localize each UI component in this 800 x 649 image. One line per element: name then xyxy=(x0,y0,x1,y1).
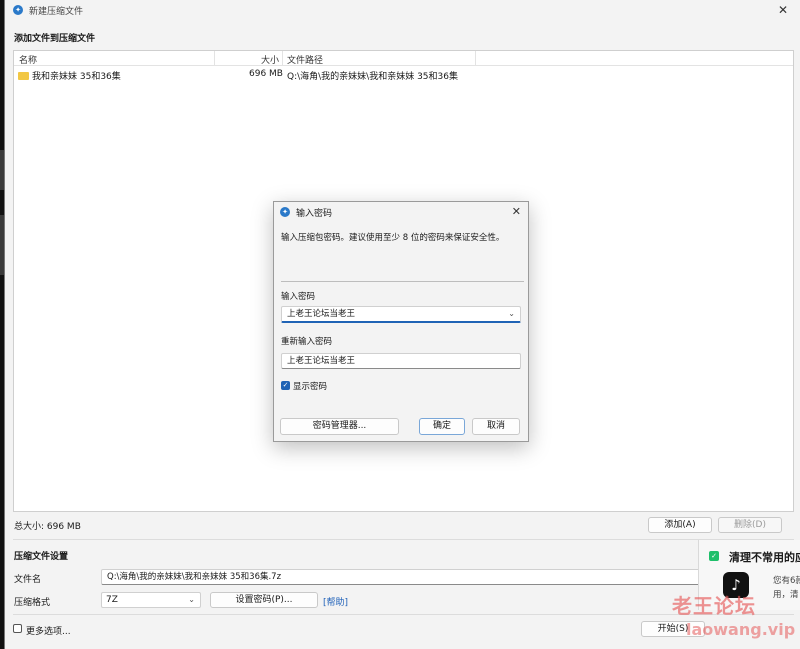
dialog-titlebar: ✦ 输入密码 ✕ xyxy=(274,202,528,222)
set-password-button[interactable]: 设置密码(P)... xyxy=(210,592,318,608)
row-name: 我和亲妹妹 35和36集 xyxy=(32,72,121,82)
table-row[interactable]: 我和亲妹妹 35和36集 696 MB Q:\海角\我的亲妹妹\我和亲妹妹 35… xyxy=(14,68,793,82)
confirm-password-label: 重新输入密码 xyxy=(281,337,333,347)
ok-button[interactable]: 确定 xyxy=(419,418,465,435)
notification-line: 您有6款 xyxy=(773,576,800,586)
watermark-url: laowang.vip xyxy=(686,620,796,639)
list-header: 名称 大小 文件路径 xyxy=(14,51,793,66)
dialog-divider xyxy=(281,281,524,282)
chevron-down-icon[interactable]: ⌄ xyxy=(508,307,515,321)
app-logo-icon: ✦ xyxy=(13,5,23,15)
check-icon: ✓ xyxy=(709,551,719,561)
show-password-label[interactable]: 显示密码 xyxy=(293,380,327,392)
close-icon[interactable]: ✕ xyxy=(778,3,788,17)
password-label: 输入密码 xyxy=(281,292,316,302)
password-dialog: ✦ 输入密码 ✕ 输入压缩包密码。建议使用至少 8 位的密码来保证安全性。 输入… xyxy=(273,201,529,442)
watermark-text: 老王论坛 xyxy=(672,594,756,618)
app-logo-icon: ✦ xyxy=(280,207,290,217)
cancel-button[interactable]: 取消 xyxy=(472,418,520,435)
password-input[interactable]: 上老王论坛当老王 ⌄ xyxy=(281,306,521,323)
format-selected-value: 7Z xyxy=(106,595,118,605)
show-password-checkbox[interactable]: ✓ xyxy=(281,381,290,390)
section-divider xyxy=(13,539,794,540)
delete-button[interactable]: 删除(D) xyxy=(718,517,782,533)
row-size: 696 MB xyxy=(249,69,283,79)
dialog-hint: 输入压缩包密码。建议使用至少 8 位的密码来保证安全性。 xyxy=(281,233,505,243)
total-size-label: 总大小: 696 MB xyxy=(14,522,81,532)
filename-label: 文件名 xyxy=(14,575,42,585)
more-options-label[interactable]: 更多选项... xyxy=(26,624,71,637)
add-files-section-label: 添加文件到压缩文件 xyxy=(14,34,96,44)
column-header-size[interactable]: 大小 xyxy=(261,53,279,66)
password-manager-button[interactable]: 密码管理器... xyxy=(280,418,399,435)
column-header-path[interactable]: 文件路径 xyxy=(287,53,323,66)
dialog-title: 输入密码 xyxy=(296,208,333,219)
archive-settings-label: 压缩文件设置 xyxy=(14,552,69,562)
add-button[interactable]: 添加(A) xyxy=(648,517,712,533)
window-titlebar: ✦ 新建压缩文件 ✕ xyxy=(5,0,800,20)
column-divider[interactable] xyxy=(282,51,283,66)
help-link[interactable]: [帮助] xyxy=(323,595,348,608)
filename-input[interactable]: Q:\海角\我的亲妹妹\我和亲妹妹 35和36集.7z xyxy=(101,569,701,585)
column-divider[interactable] xyxy=(475,51,476,66)
row-path: Q:\海角\我的亲妹妹\我和亲妹妹 35和36集 xyxy=(287,72,458,82)
column-divider[interactable] xyxy=(214,51,215,66)
chevron-down-icon: ⌄ xyxy=(188,595,195,604)
column-header-name[interactable]: 名称 xyxy=(19,53,37,66)
close-icon[interactable]: ✕ xyxy=(512,205,521,218)
window-title: 新建压缩文件 xyxy=(29,6,84,17)
notification-line: 用，清 xyxy=(773,590,799,600)
format-select[interactable]: 7Z ⌄ xyxy=(101,592,201,608)
notification-title: 清理不常用的应 xyxy=(729,551,800,564)
format-label: 压缩格式 xyxy=(14,598,51,608)
confirm-password-input[interactable]: 上老王论坛当老王 xyxy=(281,353,521,369)
password-value: 上老王论坛当老王 xyxy=(287,309,356,319)
row-name-cell: 我和亲妹妹 35和36集 xyxy=(18,69,121,82)
folder-icon xyxy=(18,72,29,80)
more-options-checkbox[interactable] xyxy=(13,624,22,633)
